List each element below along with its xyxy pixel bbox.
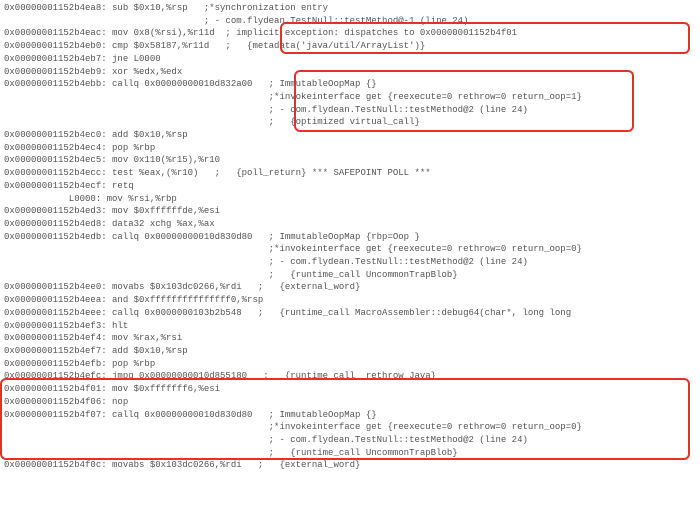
asm-line-14: 0x00000001152b4ecf: retq: [4, 180, 696, 193]
asm-line-22: 0x00000001152b4ee0: movabs $0x103dc0266,…: [4, 281, 696, 294]
asm-line-21: ; {runtime_call UncommonTrapBlob}: [4, 269, 696, 282]
asm-line-18: 0x00000001152b4edb: callq 0x00000000010d…: [4, 231, 696, 244]
asm-line-27: 0x00000001152b4ef7: add $0x10,%rsp: [4, 345, 696, 358]
asm-line-0: 0x00000001152b4ea8: sub $0x10,%rsp ;*syn…: [4, 2, 696, 15]
asm-line-12: 0x00000001152b4ec5: mov 0x110(%r15),%r10: [4, 154, 696, 167]
asm-line-28: 0x00000001152b4efb: pop %rbp: [4, 358, 696, 371]
asm-line-10: 0x00000001152b4ec0: add $0x10,%rsp: [4, 129, 696, 142]
disassembly-listing: 0x00000001152b4ea8: sub $0x10,%rsp ;*syn…: [0, 0, 700, 515]
asm-line-17: 0x00000001152b4ed8: data32 xchg %ax,%ax: [4, 218, 696, 231]
asm-line-35: ; {runtime_call UncommonTrapBlob}: [4, 447, 696, 460]
asm-line-36: 0x00000001152b4f0c: movabs $0x103dc0266,…: [4, 459, 696, 472]
asm-line-30: 0x00000001152b4f01: mov $0xfffffff6,%esi: [4, 383, 696, 396]
asm-line-5: 0x00000001152b4eb9: xor %edx,%edx: [4, 66, 696, 79]
asm-line-23: 0x00000001152b4eea: and $0xfffffffffffff…: [4, 294, 696, 307]
asm-line-9: ; {optimized virtual_call}: [4, 116, 696, 129]
asm-line-1: ; - com.flydean.TestNull::testMethod@-1 …: [4, 15, 696, 28]
asm-line-31: 0x00000001152b4f06: nop: [4, 396, 696, 409]
asm-line-20: ; - com.flydean.TestNull::testMethod@2 (…: [4, 256, 696, 269]
asm-line-7: ;*invokeinterface get {reexecute=0 rethr…: [4, 91, 696, 104]
asm-line-34: ; - com.flydean.TestNull::testMethod@2 (…: [4, 434, 696, 447]
asm-line-16: 0x00000001152b4ed3: mov $0xffffffde,%esi: [4, 205, 696, 218]
asm-line-8: ; - com.flydean.TestNull::testMethod@2 (…: [4, 104, 696, 117]
asm-line-29: 0x00000001152b4efc: jmpq 0x00000000010d8…: [4, 370, 696, 383]
asm-line-4: 0x00000001152b4eb7: jne L0000: [4, 53, 696, 66]
asm-line-15: L0000: mov %rsi,%rbp: [4, 193, 696, 206]
asm-line-6: 0x00000001152b4ebb: callq 0x00000000010d…: [4, 78, 696, 91]
asm-line-25: 0x00000001152b4ef3: hlt: [4, 320, 696, 333]
asm-line-2: 0x00000001152b4eac: mov 0x8(%rsi),%r11d …: [4, 27, 696, 40]
asm-line-3: 0x00000001152b4eb0: cmp $0x58187,%r11d ;…: [4, 40, 696, 53]
asm-line-19: ;*invokeinterface get {reexecute=0 rethr…: [4, 243, 696, 256]
asm-line-11: 0x00000001152b4ec4: pop %rbp: [4, 142, 696, 155]
asm-line-33: ;*invokeinterface get {reexecute=0 rethr…: [4, 421, 696, 434]
asm-line-32: 0x00000001152b4f07: callq 0x00000000010d…: [4, 409, 696, 422]
asm-line-26: 0x00000001152b4ef4: mov %rax,%rsi: [4, 332, 696, 345]
asm-line-24: 0x00000001152b4eee: callq 0x0000000103b2…: [4, 307, 696, 320]
asm-line-13: 0x00000001152b4ecc: test %eax,(%r10) ; {…: [4, 167, 696, 180]
